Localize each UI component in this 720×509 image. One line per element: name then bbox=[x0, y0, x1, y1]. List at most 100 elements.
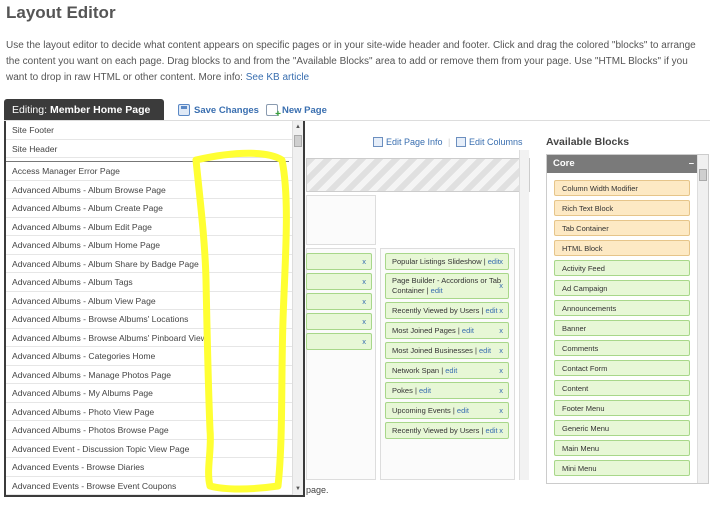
available-block[interactable]: HTML Block bbox=[554, 240, 690, 256]
right-block[interactable]: Page Builder - Accordions or Tab Contain… bbox=[385, 273, 509, 299]
dropdown-item[interactable]: Advanced Albums - Album View Page bbox=[6, 292, 303, 310]
available-block[interactable]: Main Menu bbox=[554, 440, 690, 456]
dropdown-item[interactable]: Advanced Albums - Photo View Page bbox=[6, 403, 303, 421]
block-edit-link[interactable]: edit bbox=[479, 346, 491, 355]
block-edit-link[interactable]: edit bbox=[488, 257, 500, 266]
remove-block-icon[interactable]: x bbox=[362, 254, 366, 269]
remove-block-icon[interactable]: x bbox=[499, 323, 503, 338]
scroll-up-icon[interactable]: ▲ bbox=[295, 124, 301, 130]
remove-block-icon[interactable]: x bbox=[499, 343, 503, 358]
block-edit-link[interactable]: edit bbox=[462, 326, 474, 335]
dropdown-item[interactable]: Advanced Albums - Categories Home bbox=[6, 347, 303, 366]
remove-block-icon[interactable]: x bbox=[499, 281, 503, 291]
block-label: Recently Viewed by Users bbox=[392, 426, 480, 435]
right-block[interactable]: Recently Viewed by Users | edit x bbox=[385, 422, 509, 439]
dropdown-item[interactable]: Advanced Albums - Browse Albums' Locatio… bbox=[6, 310, 303, 329]
edit-columns-link[interactable]: Edit Columns bbox=[456, 137, 523, 147]
layout-scrollbar[interactable] bbox=[519, 150, 529, 480]
available-block[interactable]: Footer Menu bbox=[554, 400, 690, 416]
dropdown-item[interactable]: Advanced Albums - Manage Photos Page bbox=[6, 366, 303, 384]
remove-block-icon[interactable]: x bbox=[499, 254, 503, 269]
block-label: Pokes bbox=[392, 386, 413, 395]
available-block[interactable]: Comments bbox=[554, 340, 690, 356]
available-block[interactable]: Contact Form bbox=[554, 360, 690, 376]
block-label: Page Builder - Accordions or Tab Contain… bbox=[392, 276, 502, 295]
available-block[interactable]: Tab Container bbox=[554, 220, 690, 236]
header-placeholder-area bbox=[306, 158, 530, 192]
main-block[interactable]: x bbox=[306, 293, 372, 310]
block-edit-link[interactable]: edit bbox=[486, 426, 498, 435]
edit-page-info-link[interactable]: Edit Page Info bbox=[373, 137, 443, 147]
dropdown-item-site-header[interactable]: Site Header bbox=[6, 140, 303, 158]
available-block[interactable]: Generic Menu bbox=[554, 420, 690, 436]
block-label: Most Joined Businesses bbox=[392, 346, 473, 355]
remove-block-icon[interactable]: x bbox=[362, 294, 366, 309]
dropdown-item[interactable]: Advanced Albums - Album Create Page bbox=[6, 199, 303, 218]
remove-block-icon[interactable]: x bbox=[499, 363, 503, 378]
block-edit-link[interactable]: edit bbox=[457, 406, 469, 415]
dropdown-scrollbar[interactable]: ▲ ▼ bbox=[292, 121, 303, 495]
kb-article-link[interactable]: See KB article bbox=[246, 72, 309, 83]
right-block[interactable]: Popular Listings Slideshow | edit x bbox=[385, 253, 509, 270]
block-edit-link[interactable]: edit bbox=[431, 286, 443, 295]
dropdown-item[interactable]: Access Manager Error Page bbox=[6, 162, 303, 181]
dropdown-item[interactable]: Advanced Event - Discussion Topic View P… bbox=[6, 440, 303, 458]
dropdown-item-site-footer[interactable]: Site Footer bbox=[6, 121, 303, 140]
right-block[interactable]: Recently Viewed by Users | edit x bbox=[385, 302, 509, 319]
block-edit-link[interactable]: edit bbox=[445, 366, 457, 375]
main-column-top bbox=[306, 195, 376, 245]
dropdown-item[interactable]: Advanced Albums - Album Tags bbox=[6, 273, 303, 292]
dropdown-item[interactable]: Advanced Events - Browse Diaries bbox=[6, 458, 303, 477]
core-group-label: Core bbox=[553, 158, 575, 169]
collapse-icon[interactable]: – bbox=[689, 155, 694, 173]
right-block[interactable]: Pokes | edit x bbox=[385, 382, 509, 399]
remove-block-icon[interactable]: x bbox=[362, 274, 366, 289]
editing-page-selector[interactable]: Editing: Member Home Page ▼ bbox=[4, 99, 164, 137]
available-block[interactable]: Ad Campaign bbox=[554, 280, 690, 296]
dropdown-item[interactable]: Advanced Albums - Album Share by Badge P… bbox=[6, 255, 303, 273]
page-title: Layout Editor bbox=[6, 3, 116, 22]
remove-block-icon[interactable]: x bbox=[362, 334, 366, 349]
remove-block-icon[interactable]: x bbox=[499, 383, 503, 398]
block-edit-link[interactable]: edit bbox=[486, 306, 498, 315]
columns-icon bbox=[456, 137, 466, 147]
remove-block-icon[interactable]: x bbox=[499, 423, 503, 438]
block-edit-link[interactable]: edit bbox=[419, 386, 431, 395]
edit-page-info-label: Edit Page Info bbox=[386, 137, 443, 147]
available-block[interactable]: Announcements bbox=[554, 300, 690, 316]
core-group-header[interactable]: Core – bbox=[547, 155, 708, 173]
available-block[interactable]: Rich Text Block bbox=[554, 200, 690, 216]
dropdown-item[interactable]: Advanced Albums - Browse Albums' Pinboar… bbox=[6, 329, 303, 347]
right-block[interactable]: Upcoming Events | edit x bbox=[385, 402, 509, 419]
block-label: Popular Listings Slideshow bbox=[392, 257, 482, 266]
new-page-button[interactable]: New Page bbox=[266, 104, 327, 120]
dropdown-item[interactable]: Advanced Albums - Photos Browse Page bbox=[6, 421, 303, 440]
available-blocks-title: Available Blocks bbox=[546, 136, 630, 148]
available-block[interactable]: Mini Menu bbox=[554, 460, 690, 476]
right-block[interactable]: Most Joined Pages | edit x bbox=[385, 322, 509, 339]
main-block[interactable]: x bbox=[306, 273, 372, 290]
right-block[interactable]: Most Joined Businesses | edit x bbox=[385, 342, 509, 359]
main-block[interactable]: x bbox=[306, 313, 372, 330]
remove-block-icon[interactable]: x bbox=[499, 303, 503, 318]
dropdown-item[interactable]: Advanced Albums - Album Home Page bbox=[6, 236, 303, 255]
dropdown-item[interactable]: Advanced Albums - Album Edit Page bbox=[6, 218, 303, 236]
available-block[interactable]: Column Width Modifier bbox=[554, 180, 690, 196]
available-scrollbar[interactable] bbox=[697, 155, 708, 483]
available-block[interactable]: Content bbox=[554, 380, 690, 396]
available-block[interactable]: Activity Feed bbox=[554, 260, 690, 276]
main-block[interactable]: x bbox=[306, 333, 372, 350]
dropdown-item[interactable]: Advanced Albums - My Albums Page bbox=[6, 384, 303, 403]
right-block[interactable]: Network Span | edit x bbox=[385, 362, 509, 379]
remove-block-icon[interactable]: x bbox=[362, 314, 366, 329]
available-block[interactable]: Banner bbox=[554, 320, 690, 336]
dropdown-item[interactable]: Advanced Events - Browse Event Coupons bbox=[6, 477, 303, 495]
scroll-thumb[interactable] bbox=[294, 135, 302, 147]
scroll-down-icon[interactable]: ▼ bbox=[295, 486, 301, 492]
scroll-thumb[interactable] bbox=[699, 169, 707, 181]
available-blocks-panel: Core – Column Width Modifier Rich Text B… bbox=[546, 154, 709, 484]
main-block[interactable]: x bbox=[306, 253, 372, 270]
dropdown-item[interactable]: Advanced Albums - Album Browse Page bbox=[6, 181, 303, 199]
remove-block-icon[interactable]: x bbox=[499, 403, 503, 418]
save-changes-button[interactable]: Save Changes bbox=[178, 104, 259, 116]
